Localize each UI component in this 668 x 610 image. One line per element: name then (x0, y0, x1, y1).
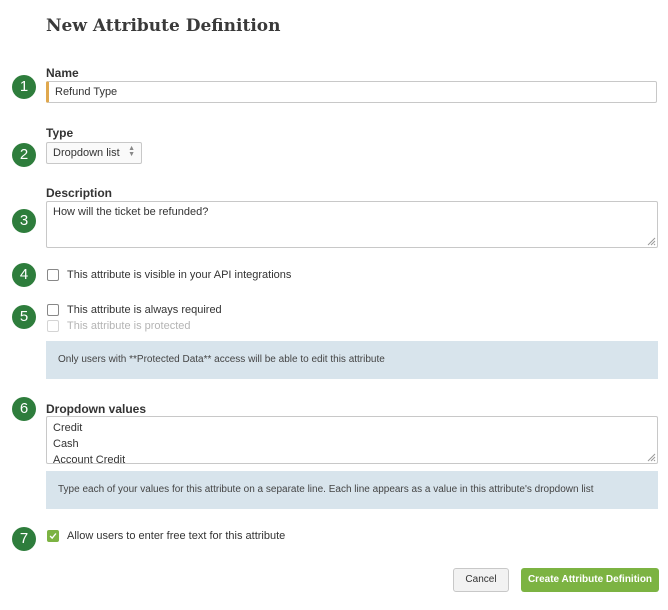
step-badge-7: 7 (12, 527, 36, 551)
dropdown-values-label: Dropdown values (46, 402, 147, 416)
dropdown-value-item: Credit (53, 422, 83, 434)
description-label: Description (46, 186, 113, 200)
step-badge-2: 2 (12, 143, 36, 167)
page-title: New Attribute Definition (46, 16, 281, 36)
resize-grip-icon[interactable] (646, 452, 656, 462)
step-badge-3: 3 (12, 209, 36, 233)
type-select[interactable]: Dropdown list ▲ ▼ (46, 142, 142, 164)
name-label: Name (46, 66, 79, 80)
name-input[interactable]: Refund Type (46, 81, 657, 103)
protected-checkbox (47, 320, 59, 332)
dropdown-value-item: Cash (53, 438, 79, 450)
protected-info-box: Only users with **Protected Data** acces… (46, 341, 658, 379)
api-visible-checkbox[interactable] (47, 269, 59, 281)
step-badge-4: 4 (12, 263, 36, 287)
step-badge-1: 1 (12, 75, 36, 99)
always-required-label: This attribute is always required (67, 304, 222, 316)
step-badge-6: 6 (12, 397, 36, 421)
always-required-checkbox[interactable] (47, 304, 59, 316)
free-text-checkbox[interactable] (47, 530, 59, 542)
dropdown-value-item: Account Credit (53, 454, 126, 464)
free-text-label: Allow users to enter free text for this … (67, 530, 286, 542)
step-badge-5: 5 (12, 305, 36, 329)
type-select-value: Dropdown list (53, 147, 120, 159)
cancel-button[interactable]: Cancel (453, 568, 509, 592)
protected-label: This attribute is protected (67, 320, 191, 332)
create-attribute-button[interactable]: Create Attribute Definition (521, 568, 659, 592)
description-textarea[interactable]: How will the ticket be refunded? (46, 201, 658, 248)
dropdown-values-help: Type each of your values for this attrib… (46, 471, 658, 509)
select-arrows-icon: ▲ ▼ (128, 145, 135, 158)
api-visible-label: This attribute is visible in your API in… (67, 269, 292, 281)
dropdown-values-textarea[interactable]: Credit Cash Account Credit (46, 416, 658, 464)
description-value: How will the ticket be refunded? (53, 206, 209, 218)
checkmark-icon (49, 533, 57, 540)
resize-grip-icon[interactable] (646, 236, 656, 246)
type-label: Type (46, 126, 74, 140)
